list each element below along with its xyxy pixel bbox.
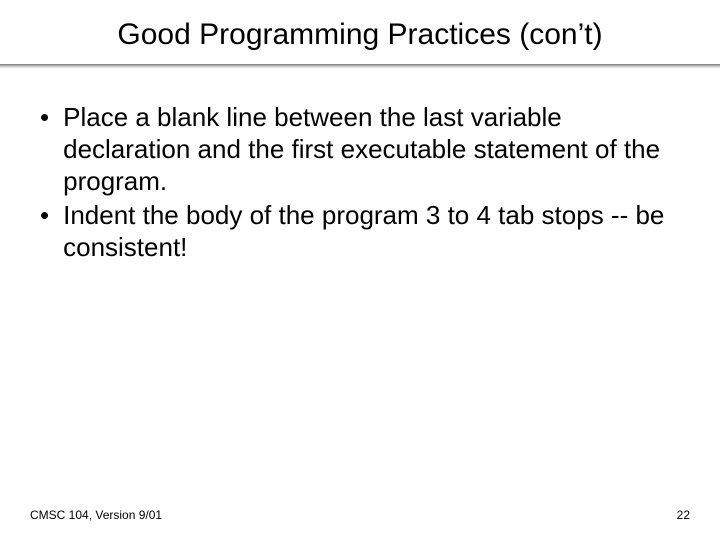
title-divider	[0, 64, 720, 69]
content-area: • Place a blank line between the last va…	[30, 101, 690, 263]
bullet-item: • Place a blank line between the last va…	[36, 101, 690, 197]
bullet-item: • Indent the body of the program 3 to 4 …	[36, 199, 690, 263]
bullet-text: Place a blank line between the last vari…	[63, 101, 690, 197]
bullet-icon: •	[40, 101, 49, 133]
bullet-icon: •	[40, 199, 49, 231]
slide-title: Good Programming Practices (con’t)	[30, 18, 690, 52]
bullet-text: Indent the body of the program 3 to 4 ta…	[63, 199, 690, 263]
slide: Good Programming Practices (con’t) • Pla…	[0, 0, 720, 540]
page-number: 22	[677, 508, 690, 522]
footer-course-version: CMSC 104, Version 9/01	[30, 508, 162, 522]
